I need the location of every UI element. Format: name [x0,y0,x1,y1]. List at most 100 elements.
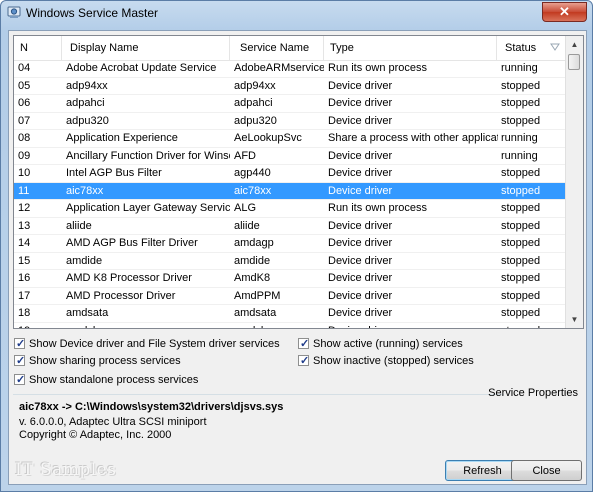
cell-service-name: adpahci [234,97,273,109]
cell-number: 05 [18,79,31,92]
cell-status: running [501,132,538,144]
cell-display-name: Ancillary Function Driver for Winsock [66,149,230,162]
show-active-label: Show active (running) services [313,338,463,350]
column-header-type[interactable]: Type [324,36,497,60]
app-window: Windows Service Master ✕ N Display Name … [0,0,593,492]
table-row[interactable]: 05 adp94xx adp94xx Device driver stopped [14,78,566,95]
cell-display-name: adpu320 [66,114,109,127]
cell-type: Device driver [328,114,393,127]
table-row[interactable]: 04 Adobe Acrobat Update Service AdobeARMse… [14,60,566,78]
cell-display-name: Intel AGP Bus Filter [66,167,162,179]
title-bar[interactable]: Windows Service Master ✕ [1,1,592,25]
cell-status: stopped [501,323,561,329]
cell-status: stopped [501,272,541,284]
vertical-scrollbar[interactable]: ▲ ▼ [565,36,583,328]
cell-type: Device driver [328,219,393,232]
cell-service-name: AdobeARMservice [234,62,324,74]
it-samples-logo: IT Samples [15,460,117,480]
window-title: Windows Service Master [26,6,159,20]
cell-type: Device driver [328,237,393,249]
cell-number: 12 [18,202,31,214]
cell-display-name: amdide [66,254,103,267]
table-row[interactable]: 17 AMD Processor Driver AmdPPM Device drive… [14,288,566,305]
list-rows: 04 Adobe Acrobat Update Service AdobeARMse… [14,60,566,329]
show-standalone-checkbox[interactable]: ✓ Show standalone process services [14,372,198,388]
cell-status: stopped [501,114,541,127]
close-icon: ✕ [559,4,570,19]
cell-type: Run its own process [328,62,428,74]
cell-type: Device driver [328,272,393,284]
column-header-status[interactable]: Status [497,36,566,60]
cell-status: stopped [501,307,541,319]
table-row[interactable]: 15 amdide amdide Device driver stopped [14,253,566,270]
checkbox-box[interactable]: ✓ [298,338,310,350]
show-inactive-label: Show inactive (stopped) services [313,355,474,367]
cell-display-name: Application Experience [66,132,178,144]
cell-display-name: amdsata [66,307,109,319]
checkmark-icon: ✓ [16,374,26,386]
checkbox-box[interactable]: ✓ [14,374,26,386]
cell-service-name: AeLookupSvc [234,132,302,144]
cell-status: stopped [501,97,541,109]
cell-number: 10 [18,167,31,179]
table-row[interactable]: 10 Intel AGP Bus Filter agp440 Device drive… [14,165,566,183]
app-icon [7,6,21,18]
cell-number: 18 [18,307,31,319]
cell-status: stopped [501,237,541,249]
cell-status: stopped [501,254,541,267]
table-row[interactable]: 09 Ancillary Function Driver for Winsock A… [14,148,566,165]
show-standalone-label: Show standalone process services [29,374,199,386]
checkbox-box[interactable]: ✓ [298,355,309,367]
list-header: N Display Name Service Name Type Status [14,36,566,61]
cell-number: 06 [18,97,31,109]
checkbox-box[interactable]: ✓ [14,338,26,350]
cell-service-name: AFD [234,149,256,162]
show-sharing-checkbox[interactable]: ✓ Show sharing process services [14,353,181,369]
cell-status: stopped [501,167,541,179]
window-close-button[interactable]: ✕ [542,2,587,22]
table-row[interactable]: 16 AMD K8 Processor Driver AmdK8 Device dri… [14,270,566,288]
services-listview[interactable]: N Display Name Service Name Type Status … [13,35,584,329]
scroll-down-arrow-icon[interactable]: ▼ [566,311,583,328]
refresh-button[interactable]: Refresh [445,460,520,481]
table-row[interactable]: 19 amdsbs amdsbs Device driverstopped [14,323,566,329]
service-path: aic78xx -> C:\Windows\system32\drivers\d… [19,401,284,413]
column-header-display-name[interactable]: Display Name [62,36,230,60]
cell-type: Device driver [328,289,393,302]
cell-display-name: AMD K8 Processor Driver [66,272,192,284]
checkmark-icon: ✓ [300,338,310,350]
checkbox-box[interactable]: ✓ [14,355,26,367]
cell-service-name: amdsata [234,307,277,319]
column-header-n[interactable]: N [14,36,62,60]
scrollbar-thumb[interactable] [568,54,580,70]
table-row[interactable]: 14 AMD AGP Bus Filter Driver amdagp Device … [14,235,566,253]
cell-display-name: AMD AGP Bus Filter Driver [66,237,198,249]
table-row[interactable]: 06 adpahci adpahci Device driver stopped [14,95,566,113]
service-version: v. 6.0.0.0, Adaptec Ultra SCSI miniport [19,416,207,428]
service-copyright: Copyright © Adaptec, Inc. 2000 [19,429,172,441]
checkmark-icon: ✓ [16,355,26,367]
cell-service-name: ALG [234,202,257,214]
table-row[interactable]: 11 aic78xx aic78xx Device driver stopped [14,182,566,200]
cell-status: stopped [501,219,541,232]
cell-number: 14 [18,237,31,249]
show-inactive-checkbox[interactable]: ✓ Show inactive (stopped) services [298,353,474,369]
table-row[interactable]: 13 aliide aliide Device driver stopped [14,218,566,235]
column-header-service-name[interactable]: Service Name [230,36,324,60]
show-drivers-checkbox[interactable]: ✓ Show Device driver and File System driv… [14,336,280,352]
table-row[interactable]: 07 adpu320 adpu320 Device driver stopped [14,113,566,130]
cell-status: running [501,149,538,162]
checkmark-icon: ✓ [16,338,26,350]
table-row[interactable]: 12 Application Layer Gateway Service ALG Ru… [14,200,566,218]
table-row[interactable]: 18 amdsata amdsata Device driver stopped [14,305,566,323]
scroll-up-arrow-icon[interactable]: ▲ [566,36,583,53]
sort-indicator-icon [550,43,560,51]
cell-number: 15 [18,254,31,267]
cell-status: stopped [501,289,541,302]
table-row[interactable]: 08 Application Experience AeLookupSvc Share… [14,130,566,148]
show-active-checkbox[interactable]: ✓ Show active (running) services [298,336,463,352]
service-properties-label: Service Properties [488,387,578,399]
cell-display-name: amdsbs [66,323,230,329]
cell-number: 09 [18,149,31,162]
close-button[interactable]: Close [511,460,582,481]
